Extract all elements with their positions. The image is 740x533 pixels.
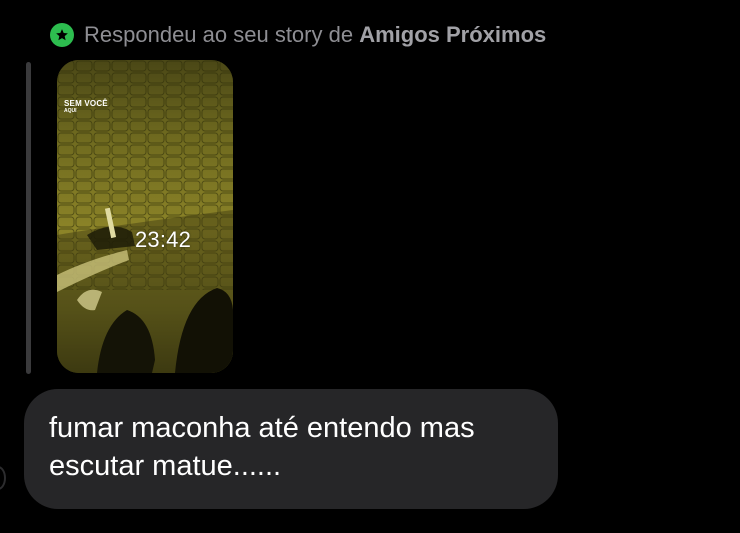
reply-header-text: Respondeu ao seu story de Amigos Próximo… (84, 22, 546, 48)
story-thumbnail[interactable]: SEM VOCÊ AQUI 23:42 (57, 60, 233, 373)
reply-prefix: Respondeu ao seu story de (84, 22, 354, 47)
story-reply-header: Respondeu ao seu story de Amigos Próximo… (50, 20, 546, 50)
quote-bar (26, 62, 31, 374)
close-friends-label: Amigos Próximos (359, 22, 547, 47)
avatar-edge (0, 466, 6, 490)
message-text: fumar maconha até entendo mas escutar ma… (49, 412, 475, 482)
star-icon (50, 23, 74, 47)
message-bubble[interactable]: fumar maconha até entendo mas escutar ma… (24, 389, 558, 509)
story-timestamp: 23:42 (135, 227, 192, 252)
story-caption: SEM VOCÊ AQUI (64, 99, 108, 114)
